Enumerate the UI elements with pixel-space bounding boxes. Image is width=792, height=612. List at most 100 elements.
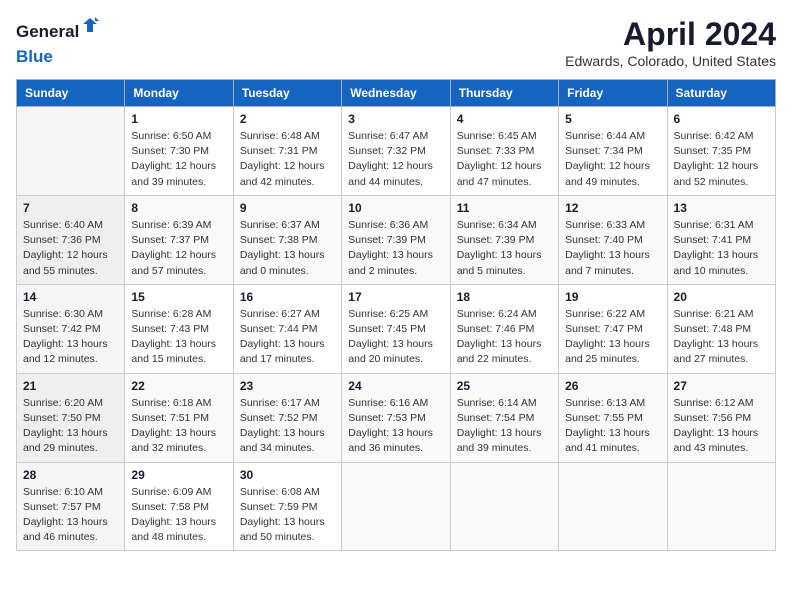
weekday-header-tuesday: Tuesday <box>233 80 341 107</box>
day-info: Sunrise: 6:18 AM Sunset: 7:51 PM Dayligh… <box>131 396 226 457</box>
day-info: Sunrise: 6:36 AM Sunset: 7:39 PM Dayligh… <box>348 218 443 279</box>
day-number: 11 <box>457 201 552 215</box>
day-info: Sunrise: 6:45 AM Sunset: 7:33 PM Dayligh… <box>457 129 552 190</box>
day-number: 19 <box>565 290 660 304</box>
calendar-cell: 30 Sunrise: 6:08 AM Sunset: 7:59 PM Dayli… <box>233 462 341 551</box>
day-info: Sunrise: 6:20 AM Sunset: 7:50 PM Dayligh… <box>23 396 118 457</box>
day-number: 3 <box>348 112 443 126</box>
day-info: Sunrise: 6:44 AM Sunset: 7:34 PM Dayligh… <box>565 129 660 190</box>
weekday-header-wednesday: Wednesday <box>342 80 450 107</box>
calendar-cell: 12Sunrise: 6:33 AM Sunset: 7:40 PM Dayli… <box>559 195 667 284</box>
weekday-header-thursday: Thursday <box>450 80 558 107</box>
calendar-cell: 28 Sunrise: 6:10 AM Sunset: 7:57 PM Dayli… <box>17 462 125 551</box>
day-info: Sunrise: 6:13 AM Sunset: 7:55 PM Dayligh… <box>565 396 660 457</box>
calendar-cell: 18 Sunrise: 6:24 AM Sunset: 7:46 PM Dayli… <box>450 284 558 373</box>
day-info: Sunrise: 6:30 AM Sunset: 7:42 PM Dayligh… <box>23 307 118 368</box>
calendar-cell: 10 Sunrise: 6:36 AM Sunset: 7:39 PM Dayli… <box>342 195 450 284</box>
day-number: 26 <box>565 379 660 393</box>
day-number: 7 <box>23 201 118 215</box>
main-title: April 2024 <box>565 16 776 53</box>
calendar-cell: 2 Sunrise: 6:48 AM Sunset: 7:31 PM Daylig… <box>233 107 341 196</box>
day-number: 9 <box>240 201 335 215</box>
day-number: 5 <box>565 112 660 126</box>
day-number: 15 <box>131 290 226 304</box>
calendar-cell: 17 Sunrise: 6:25 AM Sunset: 7:45 PM Dayli… <box>342 284 450 373</box>
day-info: Sunrise: 6:33 AM Sunset: 7:40 PM Dayligh… <box>565 218 660 279</box>
day-number: 13 <box>674 201 769 215</box>
day-number: 29 <box>131 468 226 482</box>
day-number: 4 <box>457 112 552 126</box>
calendar-cell: 6Sunrise: 6:42 AM Sunset: 7:35 PM Daylig… <box>667 107 775 196</box>
logo-general: General <box>16 22 79 42</box>
day-number: 28 <box>23 468 118 482</box>
day-info: Sunrise: 6:08 AM Sunset: 7:59 PM Dayligh… <box>240 485 335 546</box>
weekday-header-row: SundayMondayTuesdayWednesdayThursdayFrid… <box>17 80 776 107</box>
day-info: Sunrise: 6:27 AM Sunset: 7:44 PM Dayligh… <box>240 307 335 368</box>
week-row-4: 21 Sunrise: 6:20 AM Sunset: 7:50 PM Dayli… <box>17 373 776 462</box>
day-number: 21 <box>23 379 118 393</box>
calendar-cell <box>667 462 775 551</box>
calendar-cell: 21 Sunrise: 6:20 AM Sunset: 7:50 PM Dayli… <box>17 373 125 462</box>
day-number: 17 <box>348 290 443 304</box>
week-row-5: 28 Sunrise: 6:10 AM Sunset: 7:57 PM Dayli… <box>17 462 776 551</box>
calendar-cell: 3 Sunrise: 6:47 AM Sunset: 7:32 PM Daylig… <box>342 107 450 196</box>
day-info: Sunrise: 6:22 AM Sunset: 7:47 PM Dayligh… <box>565 307 660 368</box>
calendar-cell: 15 Sunrise: 6:28 AM Sunset: 7:43 PM Dayli… <box>125 284 233 373</box>
calendar-cell: 27Sunrise: 6:12 AM Sunset: 7:56 PM Dayli… <box>667 373 775 462</box>
day-number: 24 <box>348 379 443 393</box>
calendar-cell: 22 Sunrise: 6:18 AM Sunset: 7:51 PM Dayli… <box>125 373 233 462</box>
day-number: 18 <box>457 290 552 304</box>
calendar-cell: 19 Sunrise: 6:22 AM Sunset: 7:47 PM Dayli… <box>559 284 667 373</box>
weekday-header-friday: Friday <box>559 80 667 107</box>
weekday-header-sunday: Sunday <box>17 80 125 107</box>
calendar-cell: 14 Sunrise: 6:30 AM Sunset: 7:42 PM Dayli… <box>17 284 125 373</box>
calendar-cell: 4 Sunrise: 6:45 AM Sunset: 7:33 PM Daylig… <box>450 107 558 196</box>
calendar-cell: 25Sunrise: 6:14 AM Sunset: 7:54 PM Dayli… <box>450 373 558 462</box>
day-number: 14 <box>23 290 118 304</box>
calendar-cell: 11 Sunrise: 6:34 AM Sunset: 7:39 PM Dayli… <box>450 195 558 284</box>
day-number: 8 <box>131 201 226 215</box>
calendar-cell: 20Sunrise: 6:21 AM Sunset: 7:48 PM Dayli… <box>667 284 775 373</box>
week-row-1: 1Sunrise: 6:50 AM Sunset: 7:30 PM Daylig… <box>17 107 776 196</box>
calendar-cell: 5 Sunrise: 6:44 AM Sunset: 7:34 PM Daylig… <box>559 107 667 196</box>
day-info: Sunrise: 6:10 AM Sunset: 7:57 PM Dayligh… <box>23 485 118 546</box>
day-info: Sunrise: 6:47 AM Sunset: 7:32 PM Dayligh… <box>348 129 443 190</box>
weekday-header-saturday: Saturday <box>667 80 775 107</box>
calendar-cell: 9 Sunrise: 6:37 AM Sunset: 7:38 PM Daylig… <box>233 195 341 284</box>
day-info: Sunrise: 6:37 AM Sunset: 7:38 PM Dayligh… <box>240 218 335 279</box>
day-number: 22 <box>131 379 226 393</box>
day-info: Sunrise: 6:24 AM Sunset: 7:46 PM Dayligh… <box>457 307 552 368</box>
day-info: Sunrise: 6:16 AM Sunset: 7:53 PM Dayligh… <box>348 396 443 457</box>
logo: General Blue <box>16 16 99 67</box>
day-number: 30 <box>240 468 335 482</box>
calendar-cell: 16 Sunrise: 6:27 AM Sunset: 7:44 PM Dayli… <box>233 284 341 373</box>
day-number: 27 <box>674 379 769 393</box>
day-info: Sunrise: 6:50 AM Sunset: 7:30 PM Dayligh… <box>131 129 226 190</box>
calendar-cell: 1Sunrise: 6:50 AM Sunset: 7:30 PM Daylig… <box>125 107 233 196</box>
day-info: Sunrise: 6:25 AM Sunset: 7:45 PM Dayligh… <box>348 307 443 368</box>
week-row-2: 7 Sunrise: 6:40 AM Sunset: 7:36 PM Daylig… <box>17 195 776 284</box>
week-row-3: 14 Sunrise: 6:30 AM Sunset: 7:42 PM Dayli… <box>17 284 776 373</box>
subtitle: Edwards, Colorado, United States <box>565 53 776 69</box>
day-number: 2 <box>240 112 335 126</box>
calendar-cell: 13 Sunrise: 6:31 AM Sunset: 7:41 PM Dayli… <box>667 195 775 284</box>
day-number: 6 <box>674 112 769 126</box>
day-number: 16 <box>240 290 335 304</box>
day-info: Sunrise: 6:28 AM Sunset: 7:43 PM Dayligh… <box>131 307 226 368</box>
calendar-cell <box>17 107 125 196</box>
day-number: 25 <box>457 379 552 393</box>
day-number: 10 <box>348 201 443 215</box>
calendar-cell: 7 Sunrise: 6:40 AM Sunset: 7:36 PM Daylig… <box>17 195 125 284</box>
calendar-cell <box>559 462 667 551</box>
calendar-table: SundayMondayTuesdayWednesdayThursdayFrid… <box>16 79 776 551</box>
calendar-cell: 8Sunrise: 6:39 AM Sunset: 7:37 PM Daylig… <box>125 195 233 284</box>
weekday-header-monday: Monday <box>125 80 233 107</box>
day-info: Sunrise: 6:40 AM Sunset: 7:36 PM Dayligh… <box>23 218 118 279</box>
day-info: Sunrise: 6:48 AM Sunset: 7:31 PM Dayligh… <box>240 129 335 190</box>
calendar-cell: 23Sunrise: 6:17 AM Sunset: 7:52 PM Dayli… <box>233 373 341 462</box>
header: General Blue April 2024 Edwards, Colorad… <box>16 16 776 69</box>
day-info: Sunrise: 6:34 AM Sunset: 7:39 PM Dayligh… <box>457 218 552 279</box>
calendar-cell <box>342 462 450 551</box>
title-area: April 2024 Edwards, Colorado, United Sta… <box>565 16 776 69</box>
day-info: Sunrise: 6:31 AM Sunset: 7:41 PM Dayligh… <box>674 218 769 279</box>
